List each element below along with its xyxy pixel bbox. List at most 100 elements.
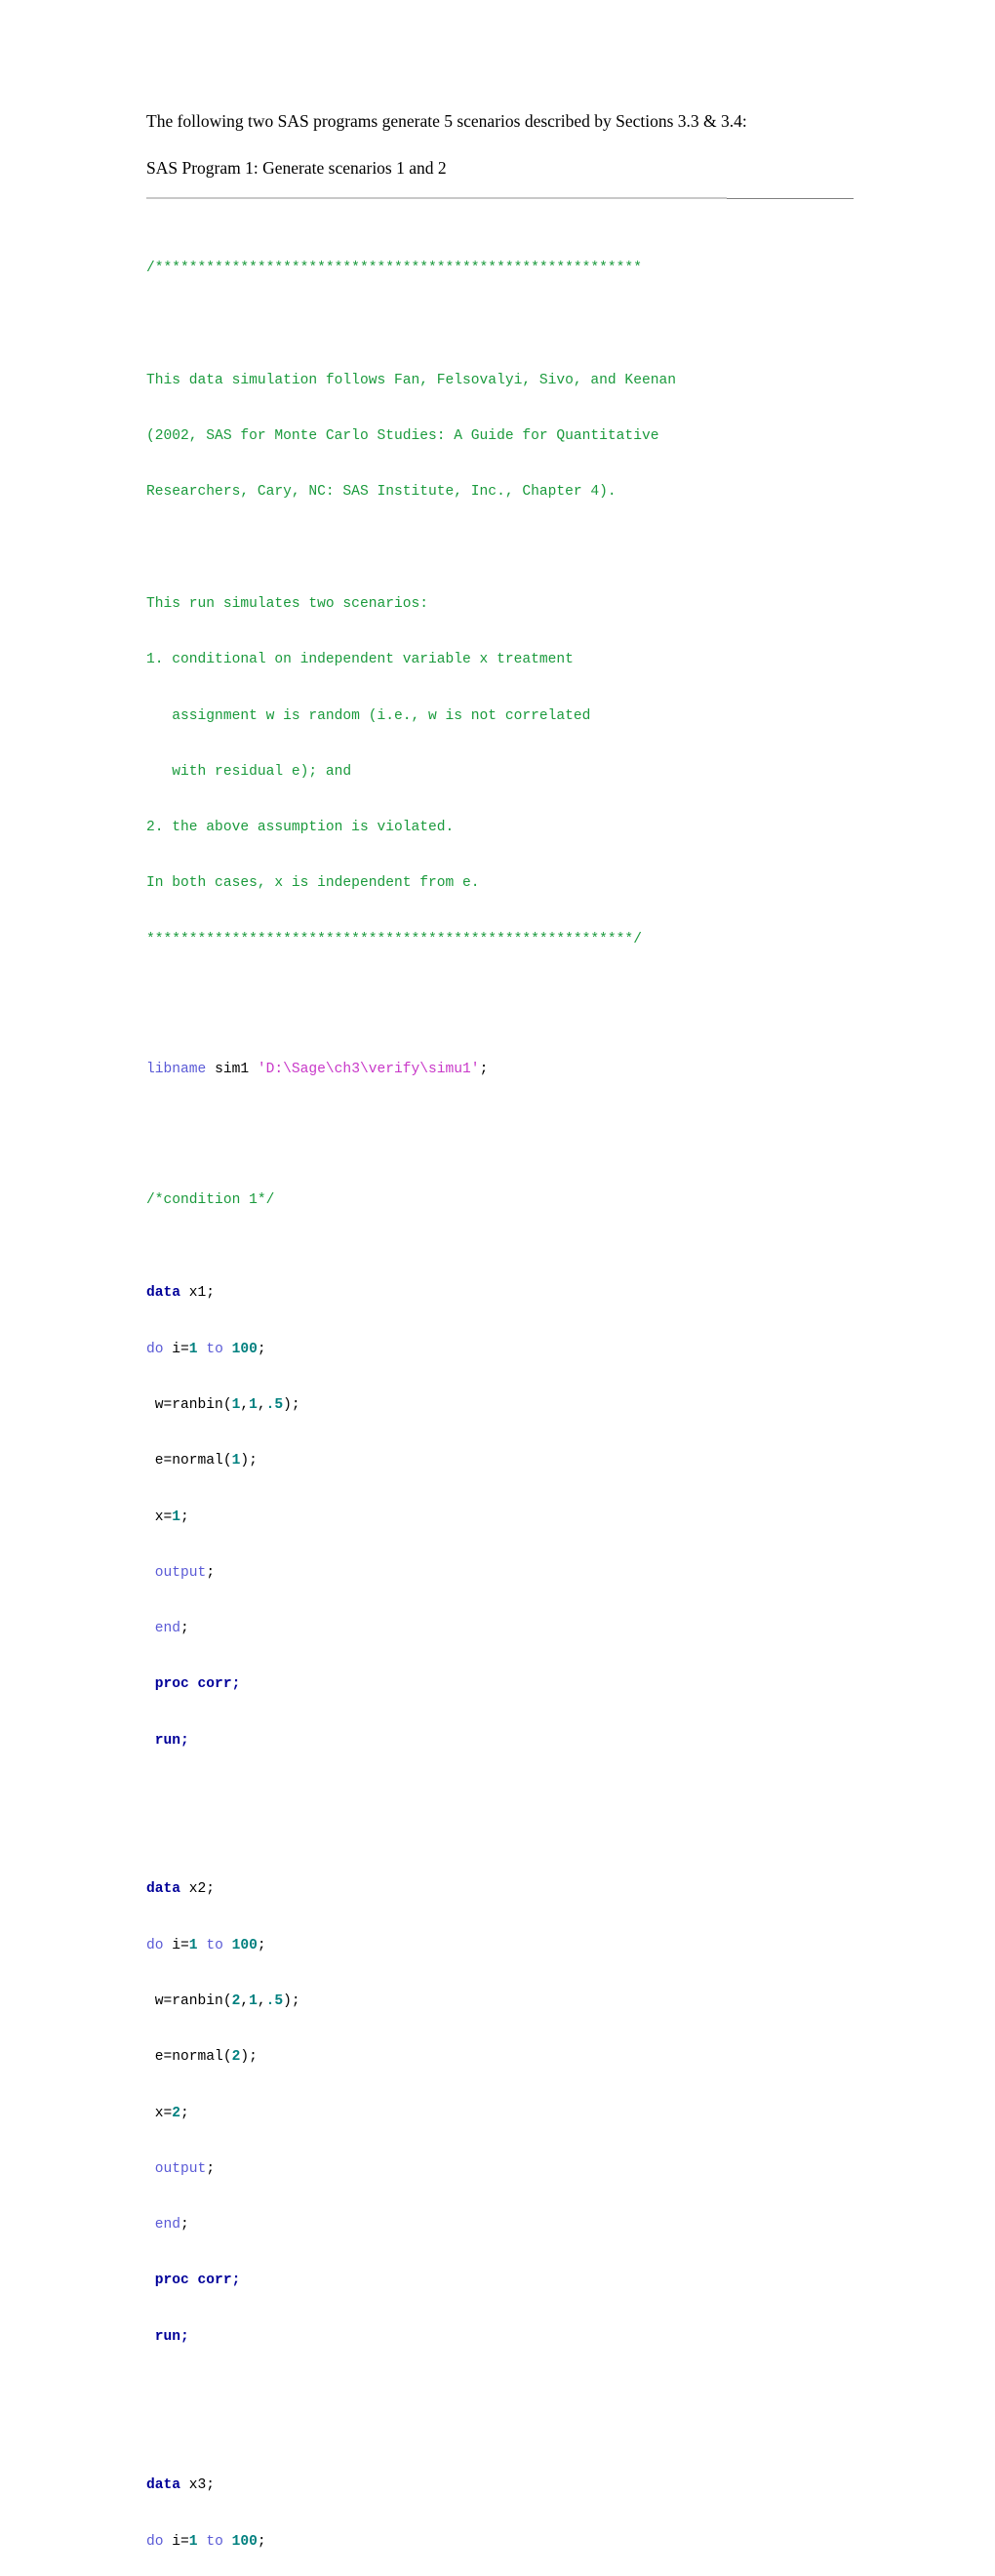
semicolon: ; <box>257 2533 266 2550</box>
proc-corr-statement: proc corr; <box>146 1676 241 1693</box>
semicolon: ; <box>206 1564 216 1581</box>
run-statement: run; <box>146 2328 189 2345</box>
comment-banner-close: ****************************************… <box>146 931 642 947</box>
semicolon: ; <box>206 2160 216 2177</box>
section-subtitle: SAS Program 1: Generate scenarios 1 and … <box>146 158 447 178</box>
end-keyword: end <box>146 2217 181 2234</box>
normal-suffix: ); <box>240 1453 258 1469</box>
output-keyword: output <box>146 2160 207 2177</box>
ranbin-n: 1 <box>249 1993 258 2009</box>
data-keyword: data <box>146 2477 181 2494</box>
condition-comment: /*condition 1*/ <box>146 1191 275 1208</box>
semicolon: ; <box>180 2217 189 2234</box>
comma: , <box>240 1993 250 2009</box>
libname-path: 'D:\Sage\ch3\verify\simu1' <box>257 1062 480 1078</box>
semicolon: ; <box>257 1937 266 1953</box>
do-end-value: 100 <box>231 2533 258 2550</box>
semicolon: ; <box>180 2105 189 2121</box>
x-assignment: x=1; <box>146 1509 858 1527</box>
comment-line: 1. conditional on independent variable x… <box>146 652 574 668</box>
end-keyword: end <box>146 1621 181 1637</box>
comment-line: Researchers, Cary, NC: SAS Institute, In… <box>146 484 617 501</box>
do-variable: i= <box>163 1937 189 1953</box>
semicolon: ; <box>180 1621 189 1637</box>
normal-seed: 1 <box>231 1453 241 1469</box>
do-keyword: do <box>146 2533 164 2550</box>
ranbin-seed: 1 <box>231 1397 241 1413</box>
data-statement: data x1; <box>146 1284 858 1303</box>
data-statement: data x2; <box>146 1880 858 1899</box>
comment-line: assignment w is random (i.e., w is not c… <box>146 707 591 724</box>
do-loop-statement: do i=1 to 100; <box>146 1341 858 1359</box>
data-statement: data x3; <box>146 2476 858 2495</box>
normal-assignment: e=normal(2); <box>146 2048 858 2067</box>
do-start-value: 1 <box>188 2533 198 2550</box>
comma: , <box>240 1397 250 1413</box>
output-statement: output; <box>146 2160 858 2179</box>
do-variable: i= <box>163 2533 189 2550</box>
ranbin-prefix: w=ranbin( <box>146 1397 232 1413</box>
normal-suffix: ); <box>240 2049 258 2066</box>
do-loop-statement: do i=1 to 100; <box>146 2533 858 2552</box>
x-value: 1 <box>172 1509 181 1525</box>
do-keyword: do <box>146 1937 164 1953</box>
ranbin-assignment: w=ranbin(1,1,.5); <box>146 1396 858 1415</box>
rule-segment-light <box>146 197 727 199</box>
data-keyword: data <box>146 1881 181 1898</box>
do-start-value: 1 <box>188 1341 198 1357</box>
libname-semicolon: ; <box>479 1062 489 1078</box>
do-keyword: do <box>146 1341 164 1357</box>
comment-line: 2. the above assumption is violated. <box>146 820 455 836</box>
ranbin-p: .5 <box>265 1993 284 2009</box>
do-end-value: 100 <box>231 1937 258 1953</box>
libname-keyword: libname <box>146 1062 207 1078</box>
comment-line: This data simulation follows Fan, Felsov… <box>146 372 676 388</box>
output-statement: output; <box>146 1564 858 1583</box>
page-title: The following two SAS programs generate … <box>146 111 747 131</box>
document-page: The following two SAS programs generate … <box>0 0 995 2550</box>
normal-assignment: e=normal(1); <box>146 1452 858 1470</box>
libname-ref: sim1 <box>206 1062 258 1078</box>
normal-prefix: e=normal( <box>146 2049 232 2066</box>
semicolon: ; <box>257 1341 266 1357</box>
normal-prefix: e=normal( <box>146 1453 232 1469</box>
x-prefix: x= <box>146 2105 173 2121</box>
sas-code-listing: /***************************************… <box>146 204 858 2576</box>
end-statement: end; <box>146 2216 858 2234</box>
comment-line: with residual e); and <box>146 763 352 780</box>
x-value: 2 <box>172 2105 181 2121</box>
proc-corr-statement: proc corr; <box>146 2273 241 2289</box>
do-start-value: 1 <box>188 1937 198 1953</box>
dataset-name: x3; <box>180 2477 216 2494</box>
output-keyword: output <box>146 1564 207 1581</box>
comment-line: (2002, SAS for Monte Carlo Studies: A Gu… <box>146 428 659 445</box>
horizontal-rule <box>146 192 858 204</box>
do-end-value: 100 <box>231 1341 258 1357</box>
comment-line: In both cases, x is independent from e. <box>146 875 480 892</box>
libname-statement: libname sim1 'D:\Sage\ch3\verify\simu1'; <box>146 1061 858 1079</box>
ranbin-assignment: w=ranbin(2,1,.5); <box>146 1992 858 2011</box>
rule-segment-dark <box>727 198 854 199</box>
dataset-name: x2; <box>180 1881 216 1898</box>
normal-seed: 2 <box>231 2049 241 2066</box>
comma: , <box>257 1993 266 2009</box>
to-keyword: to <box>197 2533 232 2550</box>
do-loop-statement: do i=1 to 100; <box>146 1937 858 1955</box>
ranbin-suffix: ); <box>283 1397 300 1413</box>
to-keyword: to <box>197 1937 232 1953</box>
do-variable: i= <box>163 1341 189 1357</box>
comment-banner-open: /***************************************… <box>146 261 642 277</box>
ranbin-prefix: w=ranbin( <box>146 1993 232 2009</box>
semicolon: ; <box>180 1509 189 1525</box>
x-prefix: x= <box>146 1509 173 1525</box>
to-keyword: to <box>197 1341 232 1357</box>
comment-line: This run simulates two scenarios: <box>146 595 429 612</box>
ranbin-seed: 2 <box>231 1993 241 2009</box>
comma: , <box>257 1397 266 1413</box>
